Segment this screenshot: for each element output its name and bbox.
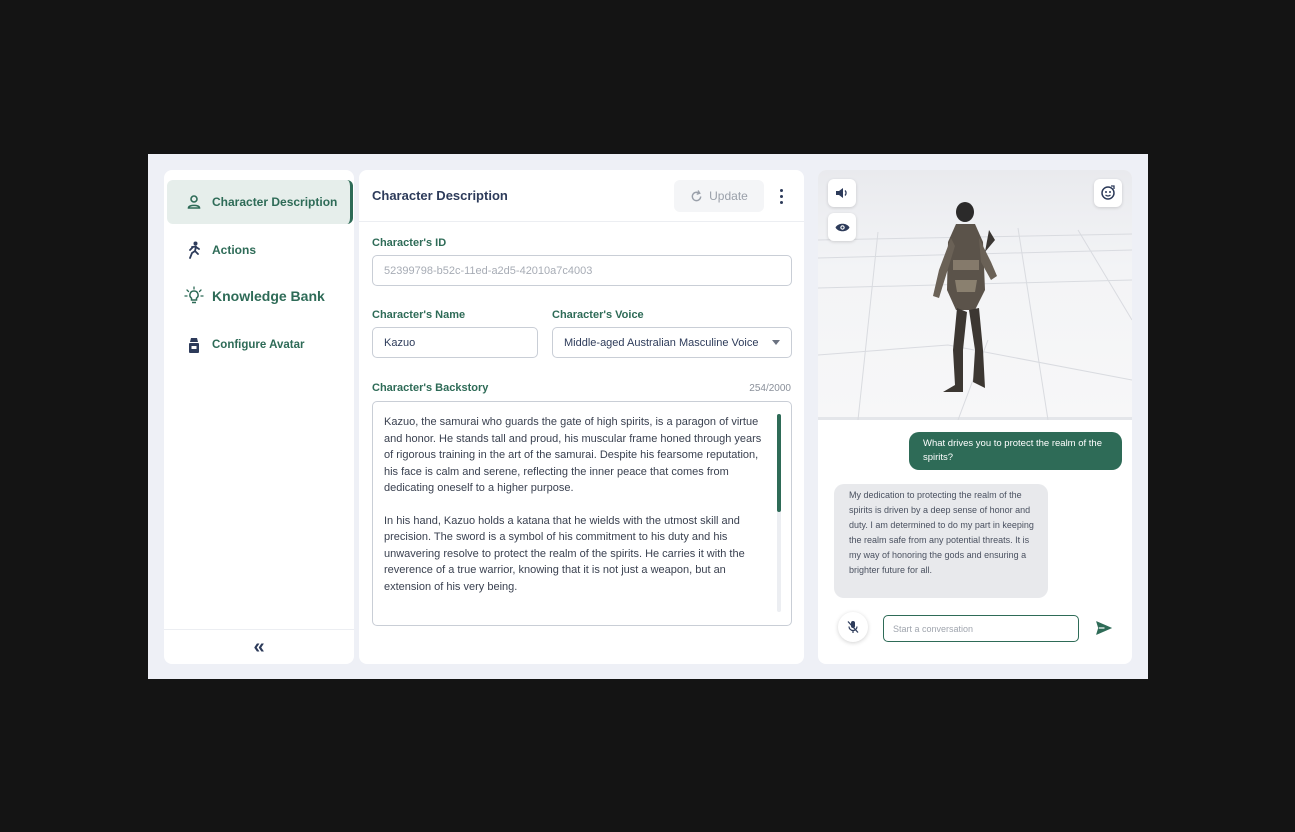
backstory-char-count: 254/2000 (749, 383, 791, 394)
panel-header: Character Description Update (359, 170, 804, 222)
update-button[interactable]: Update (674, 180, 764, 212)
sidebar-item-knowledge-bank[interactable]: Knowledge Bank (167, 274, 353, 318)
character-description-panel: Character Description Update Character's… (359, 170, 804, 664)
update-label: Update (709, 189, 748, 203)
chevron-down-icon (772, 340, 780, 345)
view-toggle-button[interactable] (828, 213, 856, 241)
app-frame: Character Description Actions Knowledge … (148, 154, 1148, 679)
character-id-label: Character's ID (372, 237, 447, 249)
running-icon (184, 240, 204, 260)
backstory-paragraph: Kazuo, the samurai who guards the gate o… (384, 416, 762, 494)
sidebar-item-label: Actions (212, 243, 257, 257)
sidebar: Character Description Actions Knowledge … (164, 170, 354, 664)
sidebar-item-label: Character Description (212, 195, 338, 209)
sidebar-item-label: Configure Avatar (212, 339, 305, 351)
sidebar-item-character-description[interactable]: Character Description (167, 180, 353, 224)
mic-toggle-button[interactable] (838, 612, 868, 642)
character-name-label: Character's Name (372, 309, 466, 321)
speaker-icon (836, 188, 847, 198)
eye-icon (835, 223, 849, 231)
sound-toggle-button[interactable] (828, 179, 856, 207)
avatar-reset-icon (1101, 185, 1115, 200)
more-options-icon[interactable] (773, 184, 789, 208)
sidebar-item-label: Knowledge Bank (212, 288, 325, 304)
character-name-field[interactable]: Kazuo (372, 327, 538, 358)
chat-input-placeholder: Start a conversation (893, 623, 974, 634)
avatar-icon (184, 335, 204, 355)
bot-message-bubble: My dedication to protecting the realm of… (834, 484, 1048, 598)
sidebar-item-actions[interactable]: Actions (167, 228, 353, 272)
refresh-icon (691, 189, 702, 201)
backstory-scrollbar[interactable] (777, 414, 781, 612)
avatar-3d-viewport[interactable] (818, 170, 1132, 420)
character-id-value: 52399798-b52c-11ed-a2d5-42010a7c4003 (384, 264, 593, 277)
page-title: Character Description (372, 188, 508, 203)
user-message-bubble: What drives you to protect the realm of … (909, 432, 1122, 470)
character-id-field[interactable]: 52399798-b52c-11ed-a2d5-42010a7c4003 (372, 255, 792, 286)
lightbulb-icon (184, 286, 204, 306)
character-voice-select[interactable]: Middle-aged Australian Masculine Voice (552, 327, 792, 358)
sidebar-item-configure-avatar[interactable]: Configure Avatar (167, 323, 353, 367)
person-icon (184, 192, 204, 212)
send-button[interactable] (1094, 618, 1114, 638)
reset-avatar-button[interactable] (1094, 179, 1122, 207)
scrollbar-thumb[interactable] (777, 414, 781, 512)
samurai-avatar-figure (933, 202, 997, 392)
backstory-paragraph: In his hand, Kazuo holds a katana that h… (384, 514, 745, 593)
send-icon (1096, 621, 1112, 635)
character-voice-value: Middle-aged Australian Masculine Voice (564, 336, 759, 349)
avatar-preview-panel: What drives you to protect the realm of … (818, 170, 1132, 664)
character-voice-label: Character's Voice (552, 309, 644, 321)
character-backstory-textarea[interactable]: Kazuo, the samurai who guards the gate o… (372, 401, 792, 626)
double-chevron-left-icon: « (253, 635, 265, 658)
chat-area: What drives you to protect the realm of … (818, 423, 1132, 664)
character-backstory-label: Character's Backstory (372, 382, 489, 394)
character-name-value: Kazuo (384, 336, 416, 349)
mic-off-icon (847, 621, 859, 633)
collapse-sidebar-button[interactable]: « (164, 630, 354, 664)
chat-input[interactable]: Start a conversation (883, 615, 1079, 642)
